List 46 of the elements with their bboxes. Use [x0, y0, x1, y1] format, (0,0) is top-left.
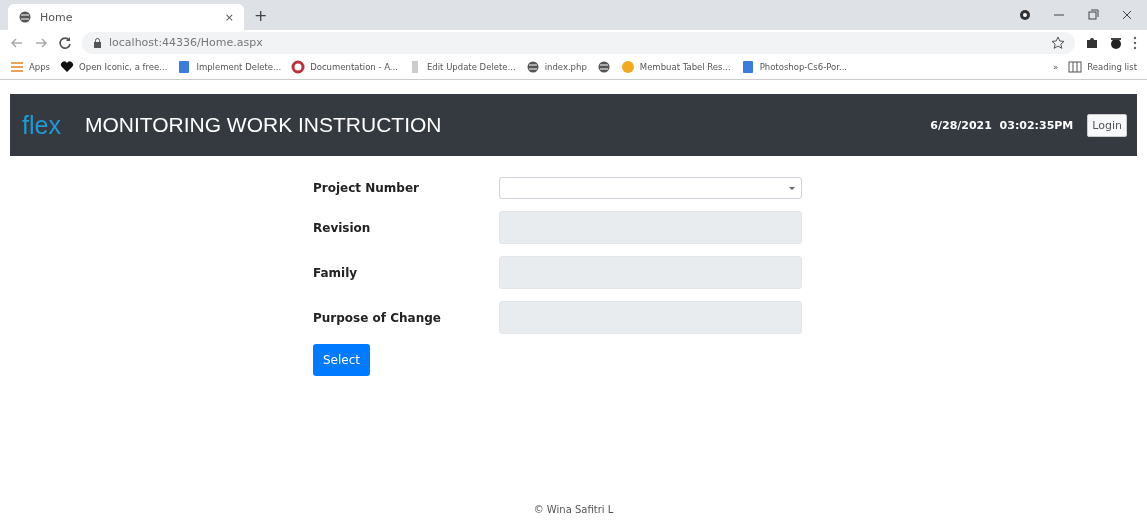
- heart-icon: [60, 60, 75, 74]
- reading-list-icon: [1068, 60, 1083, 74]
- globe-icon: [18, 10, 32, 24]
- caret-icon: [789, 186, 795, 190]
- select-button[interactable]: Select: [313, 344, 371, 376]
- circle-icon: [620, 60, 635, 74]
- close-tab-button[interactable]: ×: [224, 10, 234, 24]
- bookmark[interactable]: Membuat Tabel Res...: [620, 60, 731, 74]
- restore-icon[interactable]: [1087, 9, 1099, 21]
- login-button[interactable]: Login: [1087, 113, 1127, 137]
- bookmark[interactable]: Photoshop-Cs6-Por...: [740, 60, 848, 74]
- dropdown-field[interactable]: [499, 177, 802, 199]
- close-icon[interactable]: [1121, 9, 1133, 21]
- globe-icon: [525, 60, 540, 74]
- bookmark[interactable]: Apps: [10, 60, 51, 74]
- logo: flex: [22, 110, 61, 140]
- field-label: Purpose of Change: [313, 310, 442, 325]
- bookmark[interactable]: index.php: [525, 60, 587, 74]
- browser-tab[interactable]: Home ×: [8, 4, 244, 30]
- tab-title: Home: [40, 10, 74, 24]
- field-label: Revision: [313, 220, 372, 235]
- app-title: MONITORING WORK INSTRUCTION: [84, 113, 442, 137]
- more-vertical-icon[interactable]: [1133, 35, 1137, 50]
- new-tab-button[interactable]: +: [254, 6, 268, 25]
- bookmark-icon-button[interactable]: [596, 60, 611, 74]
- copyright-text: © Wina Safitri L: [533, 504, 614, 515]
- bookmark[interactable]: Implement Delete...: [177, 60, 282, 74]
- field-label: Family: [313, 265, 359, 280]
- apps-grid-icon: [10, 60, 24, 74]
- reading-list-button[interactable]: Reading list: [1068, 60, 1137, 74]
- globe-icon: [596, 60, 611, 74]
- date-time: 6/28/2021 03:02:35PM: [930, 118, 1074, 132]
- url-text: localhost:44336/Home.aspx: [109, 36, 263, 49]
- star-icon[interactable]: [1051, 35, 1065, 50]
- lock-icon: [92, 36, 103, 49]
- address-bar[interactable]: localhost:44336/Home.aspx: [82, 31, 1075, 54]
- reload-icon[interactable]: [58, 35, 72, 50]
- profile-icon[interactable]: [1019, 9, 1031, 21]
- document-icon: [740, 60, 755, 74]
- ring-icon: [291, 60, 306, 74]
- document-icon: [177, 60, 192, 74]
- field-label: Project Number: [313, 181, 420, 195]
- bookmark[interactable]: Open Iconic, a free...: [60, 60, 168, 74]
- bookmark[interactable]: Edit Update Delete...: [407, 60, 516, 74]
- more-bookmarks-button[interactable]: »: [1053, 62, 1059, 72]
- bookmark[interactable]: Documentation - A...: [291, 60, 398, 74]
